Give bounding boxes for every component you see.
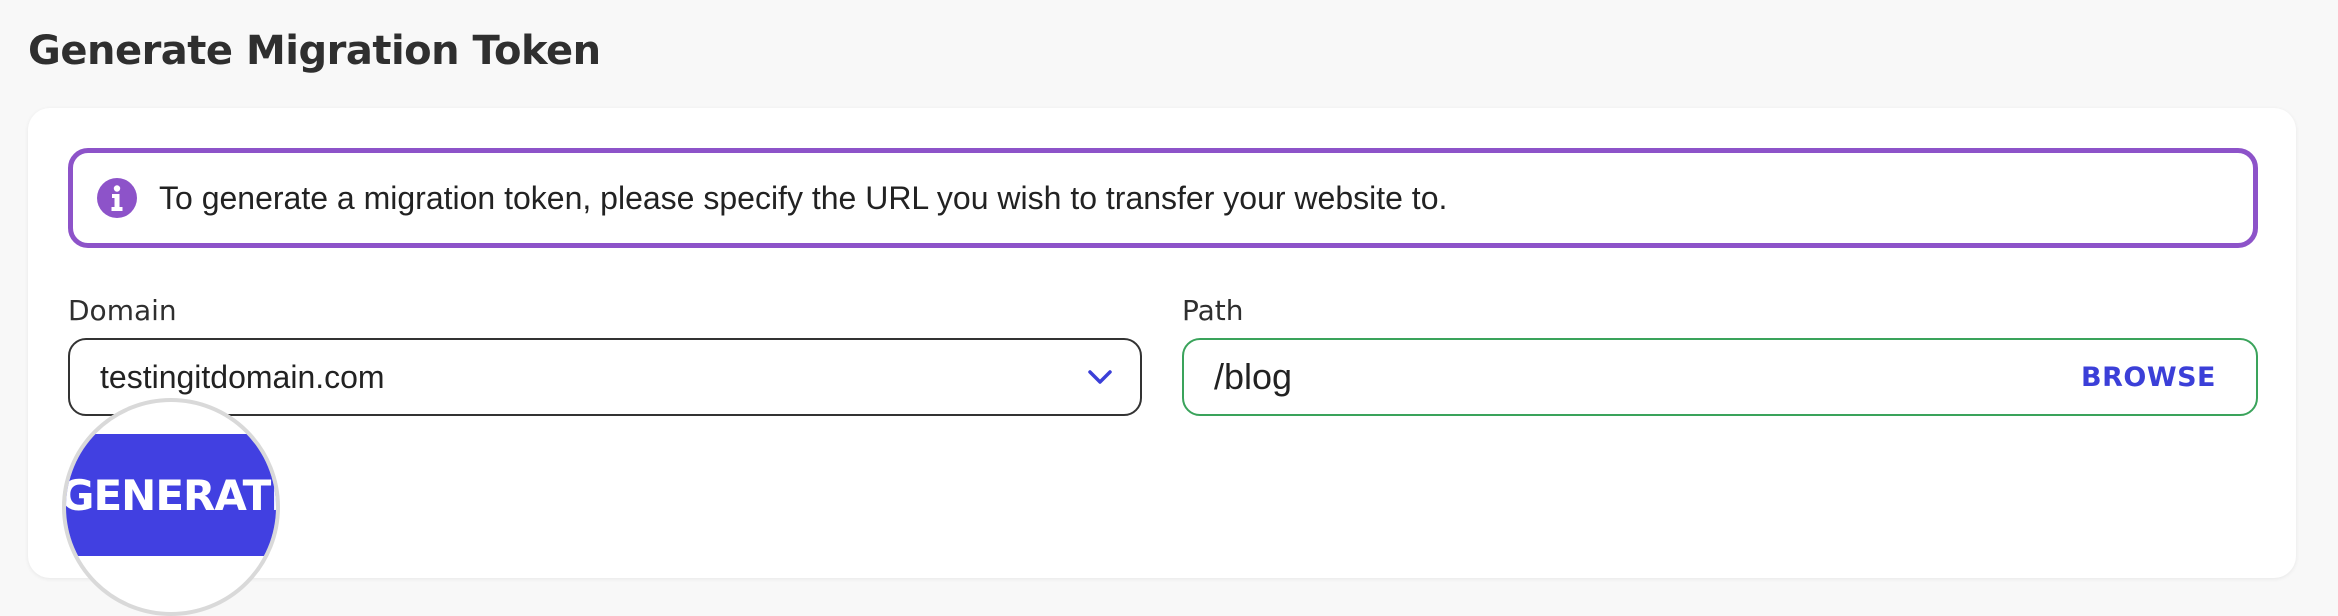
magnifier-lens: GENERATE	[62, 398, 280, 616]
domain-label: Domain	[68, 294, 177, 327]
chevron-down-icon	[1088, 370, 1112, 384]
path-label: Path	[1182, 294, 1244, 327]
info-notice: To generate a migration token, please sp…	[68, 148, 2258, 248]
migration-token-card: To generate a migration token, please sp…	[28, 108, 2296, 578]
domain-select[interactable]: testingitdomain.com	[68, 338, 1142, 416]
path-input[interactable]	[1214, 356, 2081, 398]
generate-button[interactable]: GENERATE	[66, 434, 276, 556]
path-field: BROWSE	[1182, 338, 2258, 416]
info-icon	[97, 178, 137, 218]
browse-button[interactable]: BROWSE	[2081, 362, 2216, 393]
notice-text: To generate a migration token, please sp…	[159, 179, 1448, 216]
domain-select-value: testingitdomain.com	[100, 358, 385, 395]
page-title: Generate Migration Token	[28, 28, 601, 74]
